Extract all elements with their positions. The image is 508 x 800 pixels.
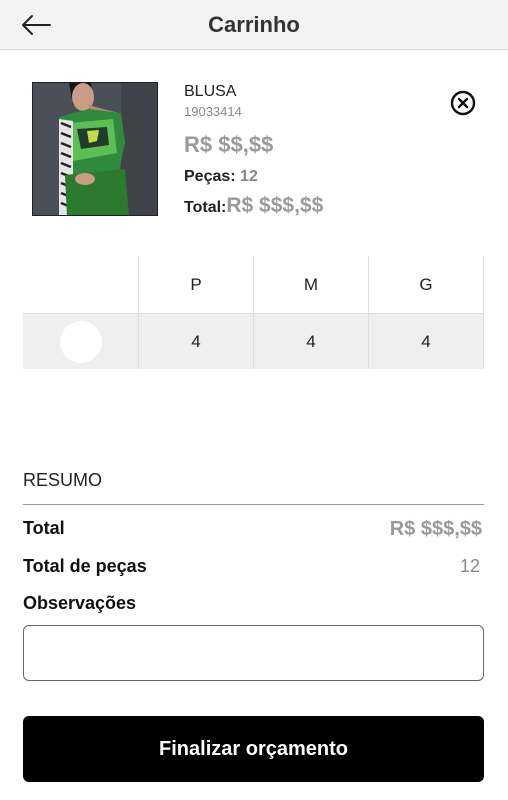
color-swatch[interactable] [59,320,102,363]
product-code: 19033414 [184,104,242,119]
quantity-cell-m[interactable]: 4 [253,314,368,369]
product-photo [33,83,157,215]
notes-input[interactable] [23,625,484,681]
size-header-p: P [138,256,253,313]
notes-label: Observações [23,593,137,613]
summary-total-label: Total [23,518,65,538]
summary-pieces-label: Total de peças [23,556,147,576]
size-header-g: G [368,256,484,313]
size-header-empty [23,256,138,313]
summary-total-value: R$ $$$,$$ [389,518,482,540]
app-bar: Carrinho [0,0,508,50]
quantity-label: Peças: [184,168,236,185]
quantity-cell-g[interactable]: 4 [368,314,484,369]
quantity-value: 12 [240,168,258,185]
summary-pieces-value: 12 [459,556,480,576]
product-price: R$ $$,$$ [184,132,274,157]
page-title: Carrinho [208,12,300,37]
item-total-label: Total: [184,199,227,216]
size-grid: P M G 4 4 4 [23,256,484,369]
product-quantity: Peças: 12 [184,168,258,186]
cart-item: BLUSA 19033414 R$ $$,$$ Peças: 12 Total:… [32,82,482,222]
summary-divider [23,504,484,505]
finish-quote-button[interactable]: Finalizar orçamento [23,716,484,782]
summary-title: RESUMO [23,470,103,490]
product-image[interactable] [32,82,158,216]
close-circle-icon [450,90,476,116]
size-header-row: P M G [23,256,484,313]
color-cell [23,314,138,369]
product-total: Total:R$ $$$,$$ [184,194,323,218]
size-header-m: M [253,256,368,313]
item-total-value: R$ $$$,$$ [226,194,324,217]
size-quantity-row: 4 4 4 [23,313,484,369]
quantity-cell-p[interactable]: 4 [138,314,253,369]
remove-item-button[interactable] [450,90,476,116]
product-name: BLUSA [184,83,237,100]
